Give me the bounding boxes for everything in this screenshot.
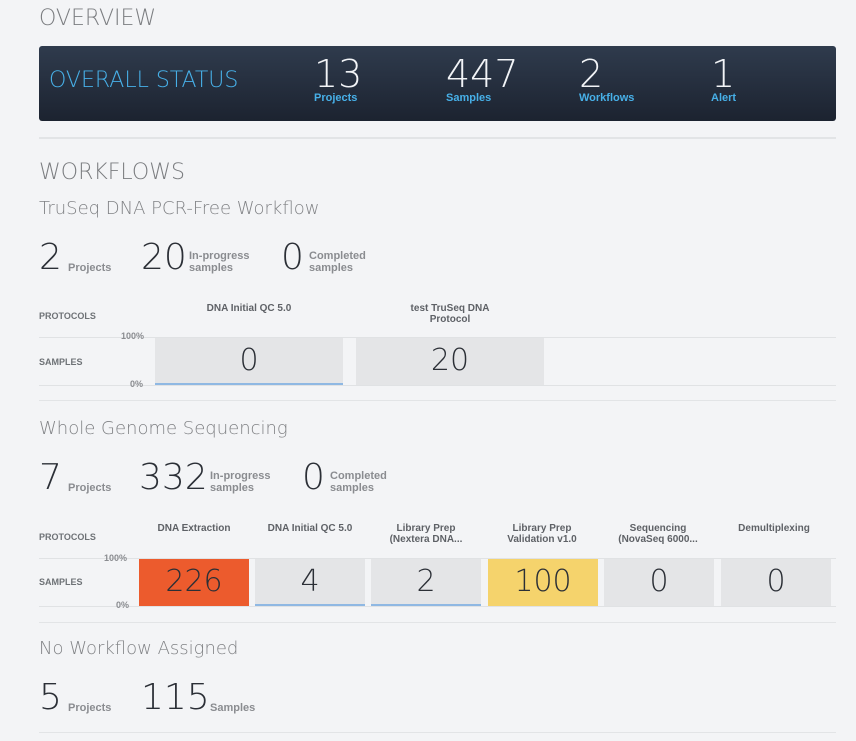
axis-bottom-line [39,606,836,607]
completed-count: 0 [302,457,325,498]
stat-alert-value: 1 [711,52,736,96]
stat-samples-value: 447 [446,52,519,96]
overall-status-bar: OVERALL STATUS 13 Projects 447 Samples 2… [39,46,836,121]
protocol-header[interactable]: Library Prep (Nextera DNA... [371,523,481,545]
protocol-name-line1: Library Prep [396,523,456,534]
protocols-label: PROTOCOLS [39,532,96,542]
in-progress-count: 20 [141,237,187,278]
completed-label-1: Completed [330,470,387,482]
workflow-summary: 7 Projects 332 In-progress samples 0 Com… [39,456,539,496]
stat-alert[interactable]: 1 Alert [711,54,736,104]
protocol-header[interactable]: DNA Initial QC 5.0 [255,523,365,534]
completed-label-2: samples [309,262,354,274]
projects-count: 5 [39,677,62,718]
projects-label: Projects [68,702,112,714]
protocol-samples-cell[interactable]: 0 [155,338,343,385]
protocol-samples-cell[interactable]: 2 [371,559,481,606]
protocol-name-line1: DNA Initial QC 5.0 [267,523,353,534]
in-progress-label-2: samples [210,482,255,494]
workflow-name[interactable]: TruSeq DNA PCR-Free Workflow [39,198,319,219]
completed-label-2: samples [330,482,375,494]
protocol-name-line2: (Nextera DNA... [389,534,463,545]
stat-projects[interactable]: 13 Projects [314,54,362,104]
protocol-samples-cell[interactable]: 20 [356,338,544,385]
samples-label: SAMPLES [39,357,83,367]
protocol-name-line1: Demultiplexing [738,523,810,534]
stat-projects-label: Projects [314,92,358,104]
projects-count: 2 [39,237,62,278]
protocol-name-line1: DNA Extraction [157,523,231,534]
axis-bottom-line [39,385,836,386]
divider [39,400,836,401]
workflow-summary: 2 Projects 20 In-progress samples 0 Comp… [39,236,539,276]
protocol-name-line2: Validation v1.0 [507,534,577,545]
completed-count: 0 [281,237,304,278]
protocol-samples-cell[interactable]: 0 [604,559,714,606]
in-progress-label-1: In-progress [210,470,271,482]
protocol-name-line1: test TruSeq DNA [410,303,490,314]
protocol-samples-cell[interactable]: 0 [721,559,831,606]
stat-alert-label: Alert [711,92,737,104]
protocol-name-line1: DNA Initial QC 5.0 [206,303,292,314]
protocol-header[interactable]: Library Prep Validation v1.0 [487,523,597,545]
protocol-header[interactable]: Sequencing (NovaSeq 6000... [603,523,713,545]
protocol-name-line2: (NovaSeq 6000... [618,534,698,545]
protocol-header[interactable]: DNA Initial QC 5.0 [155,303,343,314]
workflows-title: WORKFLOWS [39,160,185,185]
stat-projects-value: 13 [314,52,363,96]
pct-bottom: 0% [116,600,130,610]
protocol-samples-cell[interactable]: 4 [255,559,365,606]
divider [39,732,836,733]
stat-workflows-label: Workflows [579,92,635,104]
completed-label-1: Completed [309,250,366,262]
pct-bottom: 0% [130,379,144,389]
projects-label: Projects [68,482,112,494]
protocol-name-line1: Sequencing [629,523,687,534]
samples-label: Samples [210,702,256,714]
protocol-header[interactable]: DNA Extraction [139,523,249,534]
protocol-header[interactable]: Demultiplexing [719,523,829,534]
protocol-samples-cell[interactable]: 100 [488,559,598,606]
pct-top: 100% [121,331,145,341]
divider [39,622,836,623]
protocol-name-line2: Protocol [429,314,471,325]
protocol-name-line1: Library Prep [512,523,572,534]
no-workflow-title[interactable]: No Workflow Assigned [39,638,238,659]
samples-label: SAMPLES [39,577,83,587]
protocol-samples-cell[interactable]: 226 [139,559,249,606]
samples-count: 115 [141,677,210,718]
workflow-name[interactable]: Whole Genome Sequencing [39,418,288,439]
in-progress-label-2: samples [189,262,234,274]
projects-count: 7 [39,457,62,498]
pct-top: 100% [104,553,128,563]
divider [39,137,836,139]
overview-title: OVERVIEW [39,6,157,31]
stat-samples[interactable]: 447 Samples [446,54,519,104]
protocol-header[interactable]: test TruSeq DNA Protocol [356,303,544,325]
overall-status-title: OVERALL STATUS [49,68,239,93]
in-progress-count: 332 [139,457,208,498]
protocols-label: PROTOCOLS [39,311,96,321]
stat-workflows[interactable]: 2 Workflows [579,54,634,104]
projects-label: Projects [68,262,112,274]
no-workflow-summary: 5 Projects 115 Samples [39,676,439,716]
stat-workflows-value: 2 [579,52,604,96]
in-progress-label-1: In-progress [189,250,250,262]
